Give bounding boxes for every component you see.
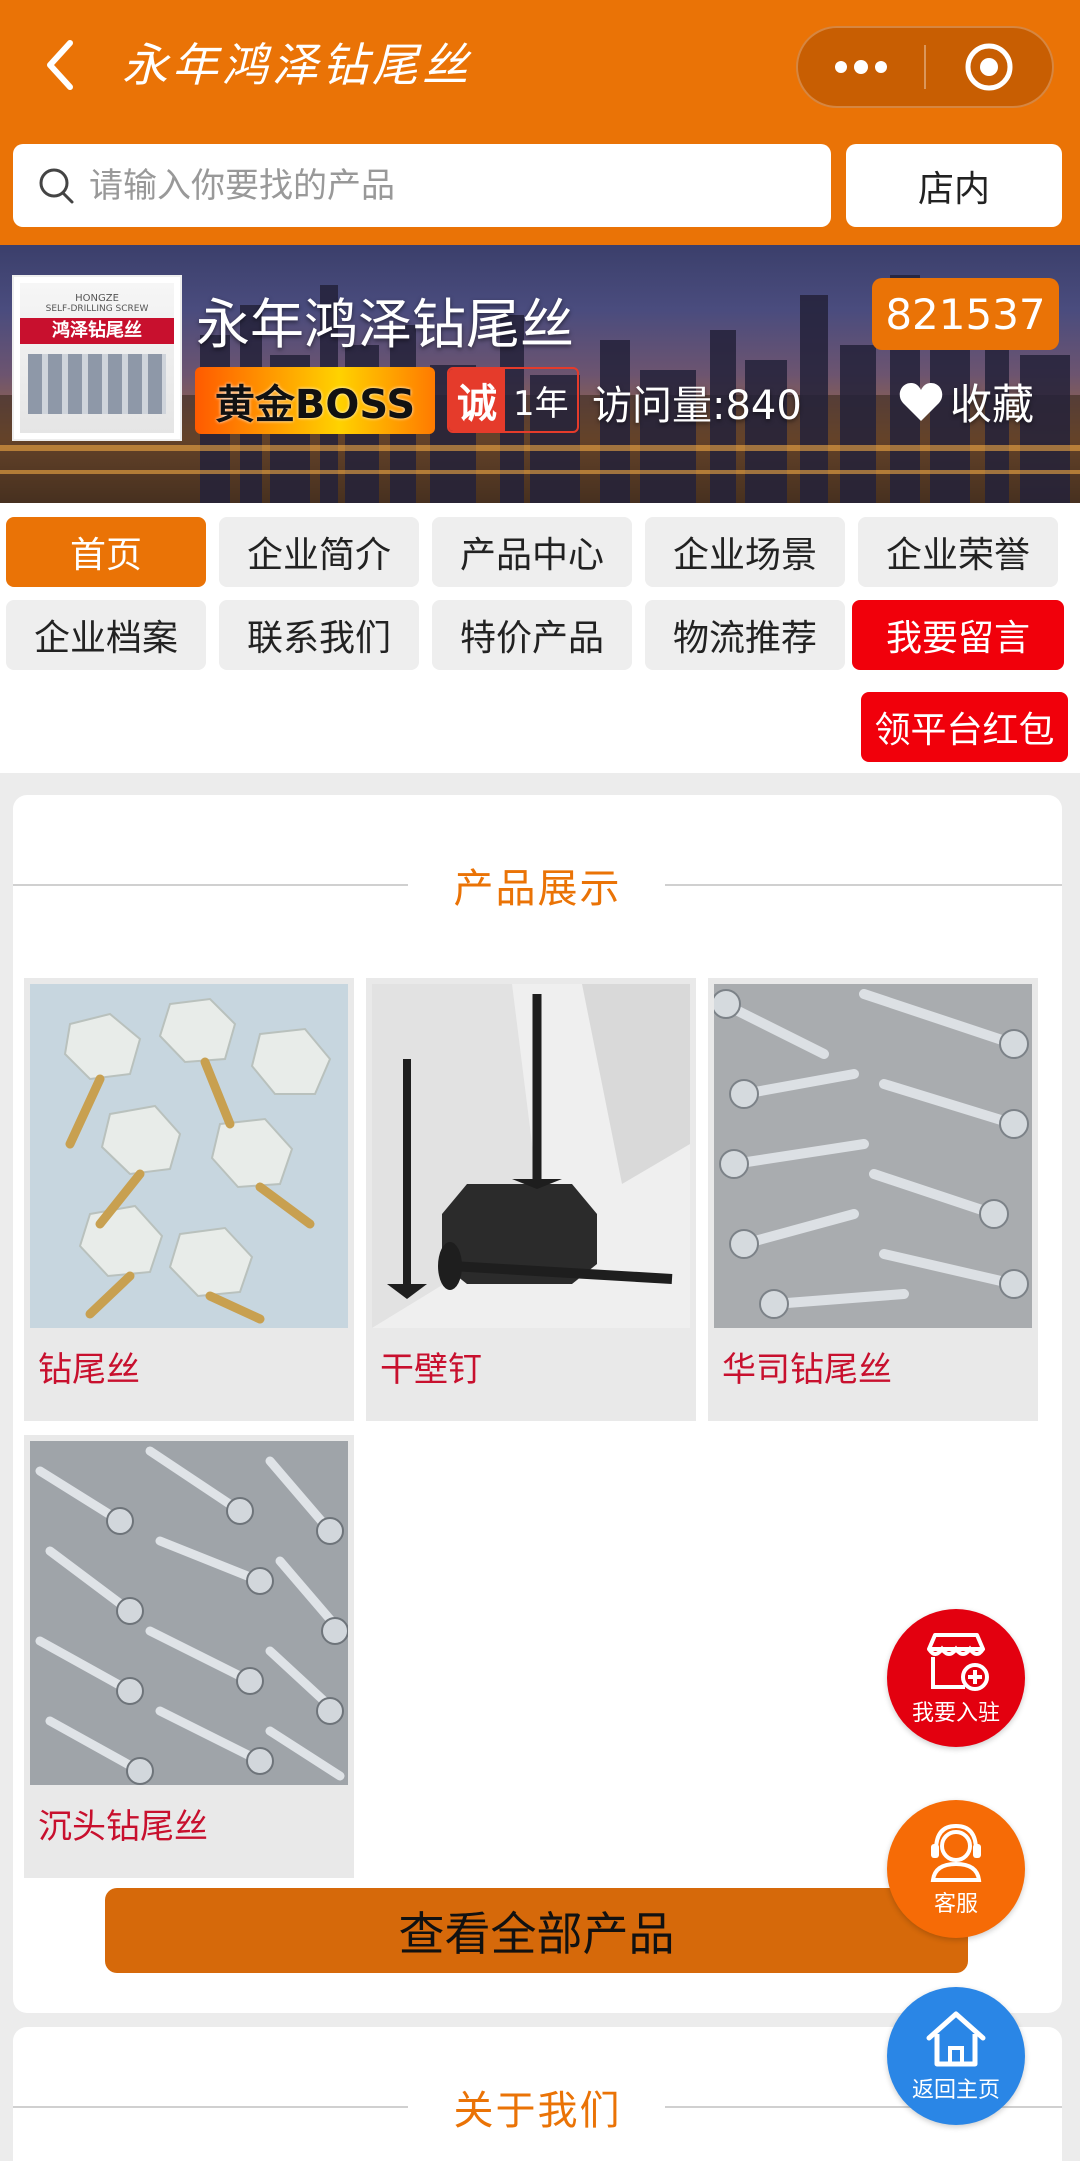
- nav-company-profile[interactable]: 企业档案: [6, 600, 206, 670]
- product-name: 干壁钉: [380, 1350, 482, 1390]
- home-icon: [926, 2011, 986, 2067]
- logo-brand-cn: 鸿泽钻尾丝: [52, 320, 142, 341]
- product-image: [30, 1441, 348, 1785]
- join-label: 我要入驻: [911, 1701, 1000, 1726]
- top-bar: 永年鸿泽钻尾丝 店: [0, 0, 1080, 245]
- target-circle-icon: [965, 43, 1013, 91]
- search-input[interactable]: [89, 155, 831, 216]
- visit-count: 访问量:840: [592, 383, 802, 429]
- nav-grid: 首页 企业简介 产品中心 企业场景 企业荣誉 企业档案 联系我们 特价产品 物流…: [0, 503, 1080, 773]
- logo-red-band: 鸿泽钻尾丝: [20, 318, 174, 344]
- gold-boss-badge: 黄金BOSS: [195, 367, 435, 434]
- product-image: [372, 984, 690, 1328]
- nav-company-honors[interactable]: 企业荣誉: [858, 517, 1058, 587]
- integrity-char: 诚: [449, 369, 505, 431]
- nav-company-intro[interactable]: 企业简介: [219, 517, 419, 587]
- back-button[interactable]: [30, 30, 90, 100]
- product-card[interactable]: 沉头钻尾丝: [24, 1435, 354, 1878]
- divider-right: [665, 884, 1062, 886]
- store-plus-icon: [927, 1633, 989, 1691]
- favorite-button[interactable]: 收藏: [898, 371, 1034, 432]
- divider-left: [13, 884, 408, 886]
- nav-home[interactable]: 首页: [6, 517, 206, 587]
- about-section-title: 关于我们: [453, 2088, 622, 2134]
- close-button[interactable]: [926, 28, 1052, 106]
- nav-special-products[interactable]: 特价产品: [432, 600, 632, 670]
- shop-logo[interactable]: HONGZE SELF-DRILLING SCREW 鸿泽钻尾丝: [12, 275, 182, 441]
- page: 永年鸿泽钻尾丝 店: [0, 0, 1080, 2161]
- product-image: [714, 984, 1032, 1328]
- product-card[interactable]: 钻尾丝: [24, 978, 354, 1421]
- chevron-left-icon: [47, 40, 73, 90]
- join-button[interactable]: 我要入驻: [887, 1609, 1025, 1747]
- products-section-title: 产品展示: [453, 866, 622, 912]
- logo-brand-en: HONGZE: [75, 293, 119, 304]
- store-search-button[interactable]: 店内: [846, 144, 1062, 227]
- integrity-badge: 诚 1年: [447, 367, 579, 433]
- more-button[interactable]: [798, 28, 924, 106]
- product-card[interactable]: 华司钻尾丝: [708, 978, 1038, 1421]
- shop-banner: HONGZE SELF-DRILLING SCREW 鸿泽钻尾丝 永年鸿泽钻尾丝…: [0, 245, 1080, 503]
- integrity-years: 1年: [513, 383, 569, 424]
- product-name: 钻尾丝: [38, 1350, 140, 1390]
- nav-logistics[interactable]: 物流推荐: [645, 600, 845, 670]
- nav-product-center[interactable]: 产品中心: [432, 517, 632, 587]
- favorite-label: 收藏: [950, 380, 1035, 429]
- shop-id-badge: 821537: [872, 278, 1059, 350]
- product-name: 华司钻尾丝: [722, 1350, 892, 1390]
- logo-subtitle: SELF-DRILLING SCREW: [45, 304, 149, 314]
- headset-icon: [930, 1823, 982, 1882]
- mini-program-capsule: [796, 26, 1054, 108]
- nav-company-scenes[interactable]: 企业场景: [645, 517, 845, 587]
- shop-name: 永年鸿泽钻尾丝: [196, 293, 574, 356]
- home-label: 返回主页: [911, 2078, 1000, 2103]
- divider-left: [13, 2106, 408, 2108]
- return-home-button[interactable]: 返回主页: [887, 1987, 1025, 2125]
- logo-product-grid: [27, 354, 167, 414]
- view-all-products-button[interactable]: 查看全部产品: [105, 1888, 968, 1973]
- nav-contact-us[interactable]: 联系我们: [219, 600, 419, 670]
- products-section-header: 产品展示: [13, 855, 1062, 915]
- search-box[interactable]: [13, 144, 831, 227]
- service-label: 客服: [933, 1892, 978, 1917]
- red-packet-button[interactable]: 领平台红包: [861, 692, 1068, 762]
- customer-service-button[interactable]: 客服: [887, 1800, 1025, 1938]
- search-icon: [39, 168, 74, 203]
- nav-leave-message[interactable]: 我要留言: [852, 600, 1064, 670]
- product-name: 沉头钻尾丝: [38, 1807, 208, 1847]
- app-title: 永年鸿泽钻尾丝: [122, 38, 472, 92]
- logo-image: HONGZE SELF-DRILLING SCREW 鸿泽钻尾丝: [20, 283, 174, 433]
- more-dots-icon: [835, 60, 887, 74]
- heart-icon: [899, 382, 943, 421]
- product-image: [30, 984, 348, 1328]
- product-card[interactable]: 干壁钉: [366, 978, 696, 1421]
